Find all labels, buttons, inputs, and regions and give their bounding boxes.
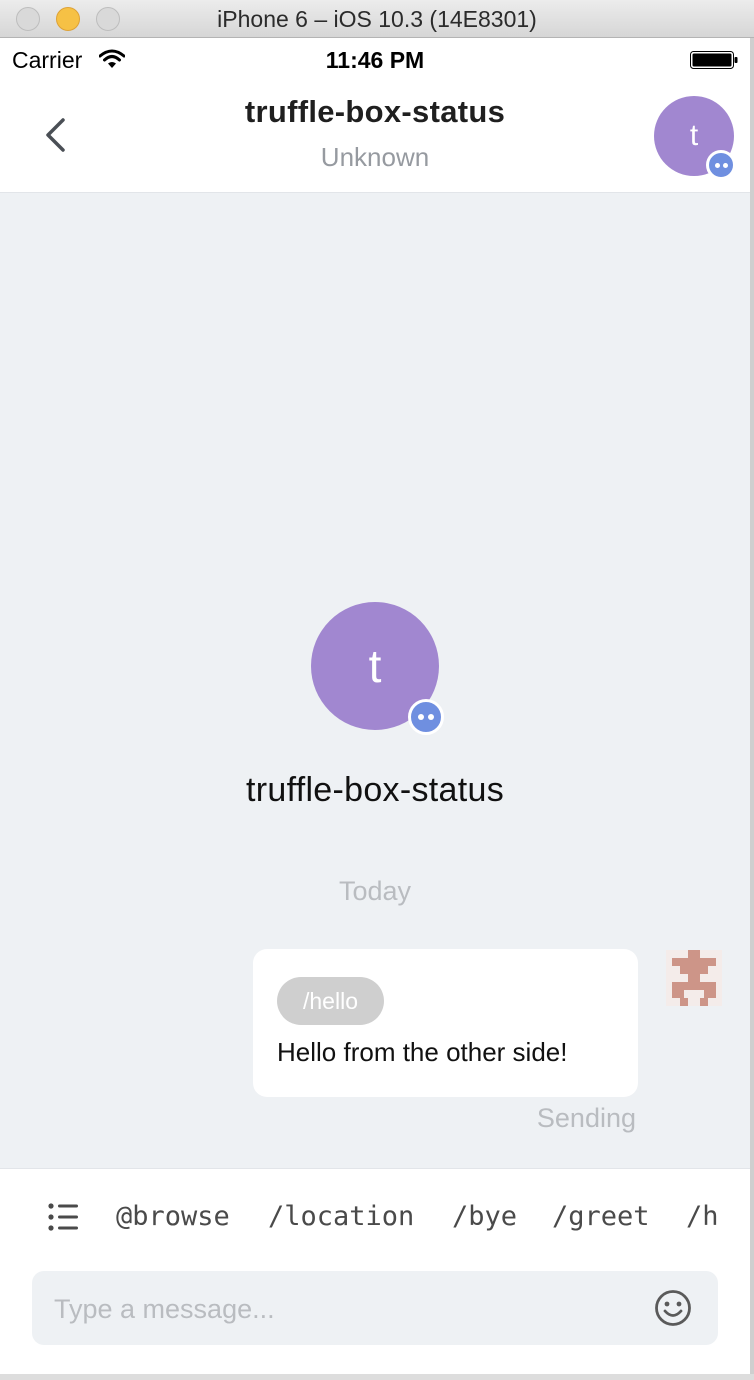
- chat-navigation-bar: truffle-box-status Unknown t: [0, 80, 750, 193]
- suggestion-h[interactable]: /h: [686, 1201, 719, 1232]
- message-input-box: [32, 1271, 718, 1347]
- identicon-avatar[interactable]: [666, 950, 722, 1006]
- composer-panel: @browse /location /bye /greet /h: [0, 1168, 750, 1374]
- chat-badge-icon: [706, 150, 736, 180]
- message-status: Sending: [536, 1103, 636, 1133]
- command-chip: /hello: [277, 977, 384, 1025]
- list-icon[interactable]: [48, 1203, 78, 1231]
- chat-subtitle: Unknown: [320, 142, 430, 172]
- status-bar: Carrier 11:46 PM: [0, 38, 750, 80]
- window-titlebar: iPhone 6 – iOS 10.3 (14E8301): [0, 0, 754, 38]
- chat-messages-area[interactable]: t truffle-box-status Today /hello Hello …: [0, 193, 750, 1169]
- suggestion-browse[interactable]: @browse: [116, 1201, 230, 1232]
- window-title: iPhone 6 – iOS 10.3 (14E8301): [217, 6, 537, 32]
- message-text: Hello from the other side!: [277, 1037, 568, 1067]
- chat-title: truffle-box-status: [244, 94, 506, 129]
- suggestion-greet[interactable]: /greet: [552, 1201, 650, 1232]
- message-input[interactable]: [52, 1271, 636, 1347]
- command-suggestions: @browse /location /bye /greet /h: [0, 1169, 730, 1265]
- background-window-edge: [0, 1374, 754, 1380]
- window-edge: [750, 38, 754, 1380]
- status-time: 11:46 PM: [325, 47, 425, 73]
- emoji-icon[interactable]: [654, 1289, 692, 1327]
- date-separator: Today: [338, 876, 412, 906]
- contact-avatar-initial: t: [689, 119, 699, 152]
- profile-avatar-initial: t: [368, 640, 382, 692]
- suggestion-bye[interactable]: /bye: [452, 1201, 517, 1232]
- suggestion-location[interactable]: /location: [268, 1201, 414, 1232]
- battery-icon: [690, 51, 738, 69]
- message-bubble[interactable]: /hello Hello from the other side!: [253, 949, 638, 1097]
- profile-name: truffle-box-status: [246, 771, 504, 809]
- simulator-screen: Carrier 11:46 PM truffle-box-status Unkn…: [0, 38, 750, 1374]
- chat-badge-icon: [408, 699, 444, 735]
